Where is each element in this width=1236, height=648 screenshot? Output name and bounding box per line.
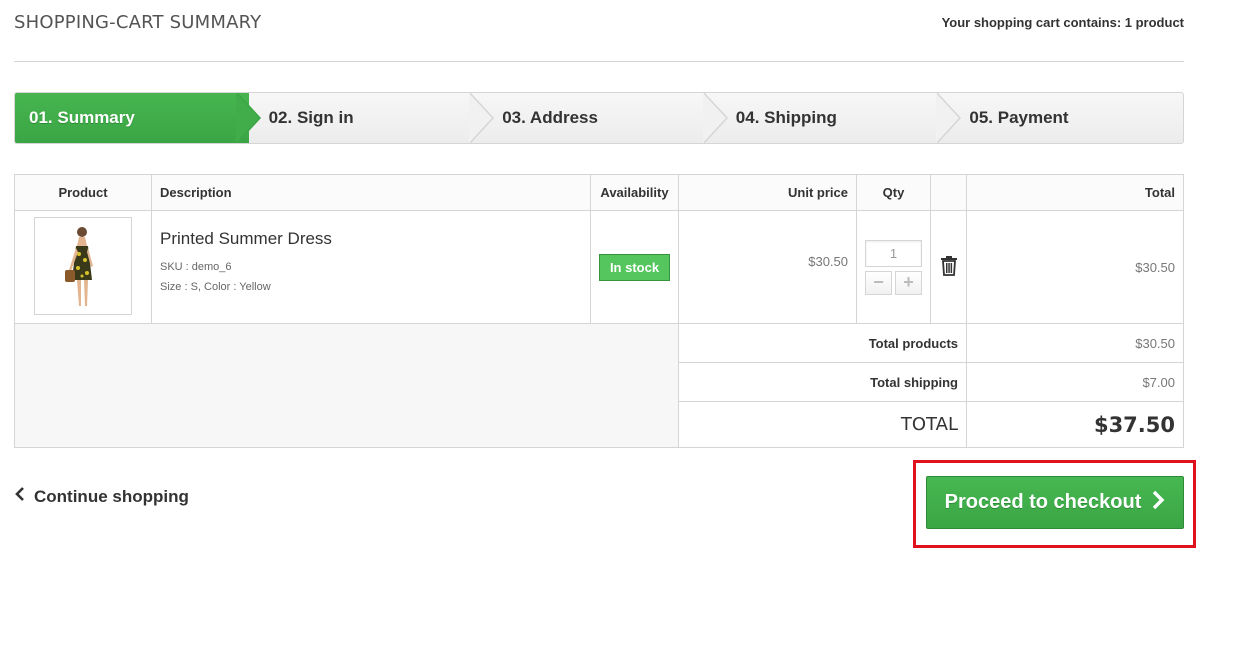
column-header-qty: Qty [856,174,931,211]
unit-price: $30.50 [808,253,848,269]
divider [14,61,1184,62]
step-label: 01. Summary [29,108,135,127]
step-label: 04. Shipping [735,108,837,127]
cart-table: Product Description Availability Unit pr… [14,174,1184,448]
line-total-cell: $30.50 [966,210,1184,324]
step-summary[interactable]: 01. Summary [15,93,261,143]
total-products-value: $30.50 [966,323,1184,363]
total-shipping-label: Total shipping [678,362,967,402]
product-sku: SKU : demo_6 [160,261,232,273]
column-header-unit-price: Unit price [678,174,857,211]
qty-cell: 1 − + [856,210,931,324]
delete-cell [930,210,967,324]
continue-shopping-label: Continue shopping [34,486,189,506]
step-label: 05. Payment [969,108,1069,127]
column-header-availability: Availability [590,174,679,211]
grand-total-value: $37.50 [966,401,1184,448]
product-name-link[interactable]: Printed Summer Dress [160,229,590,249]
qty-increase-button[interactable]: + [895,270,922,295]
chevron-left-icon [14,486,26,507]
qty-decrease-button[interactable]: − [865,270,892,295]
step-address[interactable]: 03. Address [482,93,728,143]
table-header-row: Product Description Availability Unit pr… [14,174,1184,211]
page-title: SHOPPING-CART SUMMARY [14,12,262,33]
step-label: 03. Address [502,108,598,127]
line-total: $30.50 [1135,259,1175,275]
unit-price-cell: $30.50 [678,210,857,324]
continue-shopping-link[interactable]: Continue shopping [14,486,189,507]
column-header-total: Total [966,174,1184,211]
trash-icon[interactable] [940,255,958,279]
checkout-label: Proceed to checkout [944,491,1142,513]
step-payment[interactable]: 05. Payment [949,93,1183,143]
grand-total-label: TOTAL [678,401,967,448]
step-arrow [469,93,495,143]
step-arrow [702,93,728,143]
column-header-description: Description [151,174,591,211]
quantity-input[interactable]: 1 [865,239,922,267]
total-products-label: Total products [678,323,967,363]
checkout-steps: 01. Summary 02. Sign in 03. Address 04. … [14,92,1184,144]
availability-cell: In stock [590,210,679,324]
step-label: 02. Sign in [268,108,354,127]
total-shipping-value: $7.00 [966,362,1184,402]
column-header-delete [930,174,967,211]
step-shipping[interactable]: 04. Shipping [716,93,962,143]
in-stock-badge: In stock [598,253,671,281]
product-thumbnail[interactable] [34,217,132,315]
step-arrow [235,93,261,143]
chevron-right-icon [1151,490,1165,516]
table-row: Printed Summer Dress SKU : demo_6 Size :… [14,210,1184,324]
product-image-cell [14,210,152,324]
product-attributes[interactable]: Size : S, Color : Yellow [160,277,590,297]
dress-image [35,218,131,314]
proceed-to-checkout-button[interactable]: Proceed to checkout [926,476,1184,529]
product-description-cell: Printed Summer Dress SKU : demo_6 Size :… [151,210,591,324]
cart-count: Your shopping cart contains: 1 product [941,15,1184,30]
column-header-product: Product [14,174,152,211]
summary-empty-area [14,323,679,448]
step-arrow [936,93,962,143]
step-sign-in[interactable]: 02. Sign in [249,93,495,143]
summary-row-products: Total products $30.50 [14,323,1184,448]
